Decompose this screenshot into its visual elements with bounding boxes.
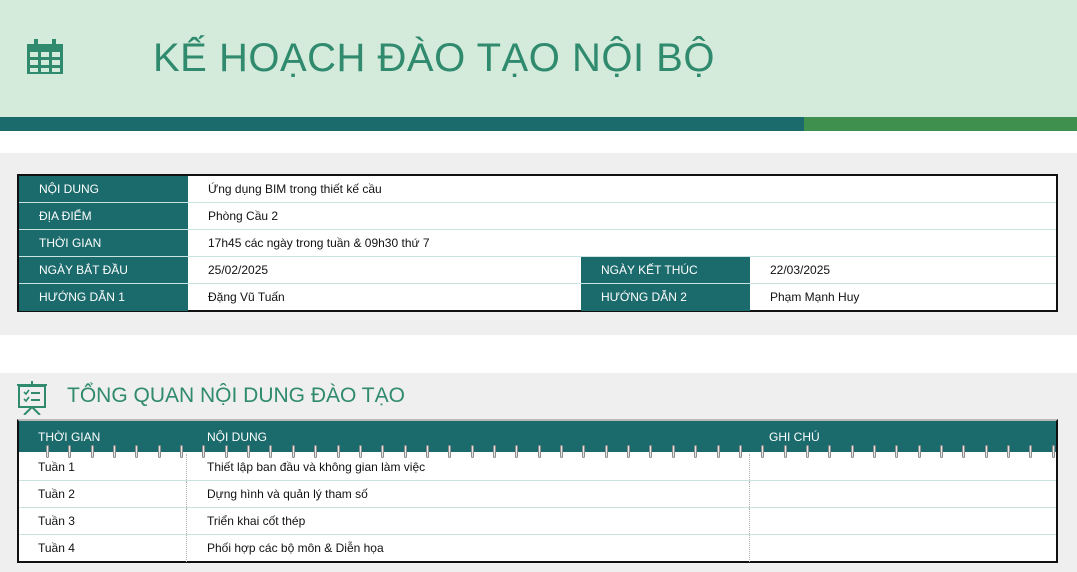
table-row: Tuần 2 Dựng hình và quản lý tham số [19, 481, 1056, 508]
instructor1-value[interactable]: Đặng Vũ Tuấn [208, 284, 285, 311]
content-value[interactable]: Ứng dụng BIM trong thiết kế cầu [208, 176, 382, 202]
start-date-label: NGÀY BẮT ĐẦU [19, 257, 188, 283]
column-divider [749, 454, 750, 480]
end-date-label: NGÀY KẾT THÚC [581, 257, 750, 283]
column-divider [186, 508, 187, 534]
row-content[interactable]: Thiết lập ban đầu và không gian làm việc [207, 454, 425, 480]
info-row-dates: NGÀY BẮT ĐẦU 25/02/2025 NGÀY KẾT THÚC 22… [19, 257, 1056, 284]
table-row: Tuần 1 Thiết lập ban đầu và không gian l… [19, 454, 1056, 481]
overview-title: TỔNG QUAN NỘI DUNG ĐÀO TẠO [67, 384, 405, 407]
info-row-instructors: HƯỚNG DẪN 1 Đặng Vũ Tuấn HƯỚNG DẪN 2 Phạ… [19, 284, 1056, 311]
row-time[interactable]: Tuần 2 [38, 481, 75, 507]
header-content: NỘI DUNG [207, 430, 267, 444]
row-time[interactable]: Tuần 1 [38, 454, 75, 480]
location-value[interactable]: Phòng Cầu 2 [208, 203, 278, 229]
instructor2-label: HƯỚNG DẪN 2 [581, 284, 750, 311]
instructor2-value[interactable]: Phạm Mạnh Huy [770, 284, 859, 311]
accent-bar-green [804, 117, 1077, 131]
overview-table: THỜI GIAN NỘI DUNG GHI CHÚ Tuần 1 Thiết … [17, 419, 1058, 563]
column-divider [186, 454, 187, 480]
header-note: GHI CHÚ [769, 430, 820, 444]
accent-bar-teal [0, 117, 804, 131]
location-label: ĐỊA ĐIỂM [19, 203, 188, 229]
time-label: THỜI GIAN [19, 230, 188, 256]
column-divider [749, 481, 750, 507]
column-divider [749, 535, 750, 562]
info-table: NỘI DUNG Ứng dụng BIM trong thiết kế cầu… [17, 174, 1058, 312]
info-row-content: NỘI DUNG Ứng dụng BIM trong thiết kế cầu [19, 176, 1056, 203]
instructor1-label: HƯỚNG DẪN 1 [19, 284, 188, 311]
row-time[interactable]: Tuần 3 [38, 508, 75, 534]
header-time: THỜI GIAN [38, 430, 101, 444]
column-divider [186, 535, 187, 562]
column-divider [749, 508, 750, 534]
info-row-location: ĐỊA ĐIỂM Phòng Cầu 2 [19, 203, 1056, 230]
row-time[interactable]: Tuần 4 [38, 535, 75, 562]
row-content[interactable]: Triển khai cốt thép [207, 508, 305, 534]
page-title: KẾ HOẠCH ĐÀO TẠO NỘI BỘ [153, 36, 715, 80]
table-row: Tuần 3 Triển khai cốt thép [19, 508, 1056, 535]
calendar-icon [27, 39, 63, 74]
end-date-value[interactable]: 22/03/2025 [770, 257, 830, 283]
column-divider [186, 481, 187, 507]
row-content[interactable]: Dựng hình và quản lý tham số [207, 481, 368, 507]
presentation-board-icon [17, 381, 47, 415]
content-label: NỘI DUNG [19, 176, 188, 202]
time-value[interactable]: 17h45 các ngày trong tuần & 09h30 thứ 7 [208, 230, 430, 256]
row-content[interactable]: Phối hợp các bộ môn & Diễn họa [207, 535, 384, 562]
info-row-time: THỜI GIAN 17h45 các ngày trong tuần & 09… [19, 230, 1056, 257]
table-row: Tuần 4 Phối hợp các bộ môn & Diễn họa [19, 535, 1056, 562]
start-date-value[interactable]: 25/02/2025 [208, 257, 268, 283]
